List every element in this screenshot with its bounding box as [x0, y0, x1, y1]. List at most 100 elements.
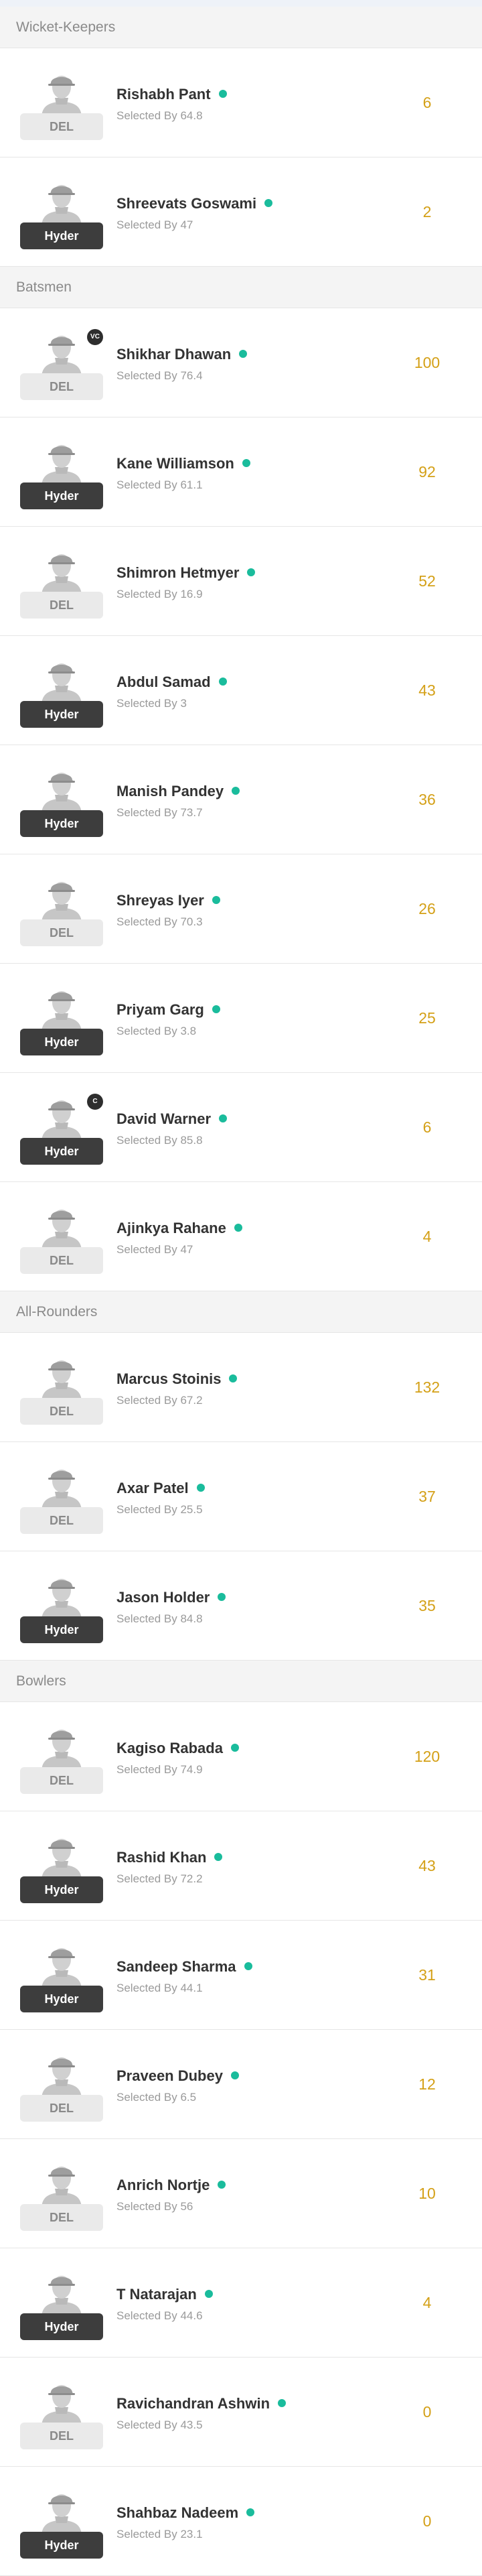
- section-header: Batsmen: [0, 267, 482, 308]
- avatar: Hyder: [20, 1574, 103, 1643]
- player-row[interactable]: Hyder Rashid Khan Selected By 72.2 43: [0, 1811, 482, 1921]
- player-row[interactable]: Hyder Shreevats Goswami Selected By 47 2: [0, 157, 482, 267]
- selected-status-dot-icon: [230, 2071, 239, 2079]
- selected-by-text: Selected By 44.6: [116, 2309, 203, 2322]
- player-row[interactable]: Hyder Shahbaz Nadeem Selected By 23.1 0: [0, 2467, 482, 2576]
- player-row[interactable]: DEL Anrich Nortje Selected By 56 10: [0, 2139, 482, 2248]
- player-points: 37: [418, 1488, 436, 1505]
- player-silhouette-icon: [42, 2276, 82, 2318]
- avatar: DEL: [20, 2053, 103, 2122]
- player-row[interactable]: VC DEL Shikhar Dhawan Selected By 76.4 1…: [0, 308, 482, 417]
- selected-status-dot-icon: [218, 90, 227, 98]
- player-points: 132: [414, 1378, 440, 1396]
- team-badge: Hyder: [20, 1138, 103, 1165]
- section-header: Wicket-Keepers: [0, 7, 482, 48]
- avatar: Hyder: [20, 2490, 103, 2559]
- selected-by-text: Selected By 84.8: [116, 1612, 203, 1625]
- player-silhouette-icon: [42, 1839, 82, 1881]
- player-row[interactable]: DEL Ajinkya Rahane Selected By 47 4: [0, 1182, 482, 1291]
- player-row[interactable]: DEL Kagiso Rabada Selected By 74.9 120: [0, 1702, 482, 1811]
- player-name: Priyam Garg: [116, 1001, 204, 1018]
- selected-by-text: Selected By 3.8: [116, 1025, 197, 1037]
- avatar: Hyder: [20, 986, 103, 1055]
- player-points: 43: [418, 1857, 436, 1874]
- player-name: Praveen Dubey: [116, 2067, 223, 2084]
- player-silhouette-icon: [42, 1579, 82, 1621]
- avatar: DEL: [20, 550, 103, 619]
- player-row[interactable]: Hyder Manish Pandey Selected By 73.7 36: [0, 745, 482, 854]
- player-row[interactable]: Hyder Sandeep Sharma Selected By 44.1 31: [0, 1921, 482, 2030]
- player-name: Manish Pandey: [116, 783, 224, 799]
- selected-by-text: Selected By 76.4: [116, 369, 203, 382]
- selected-status-dot-icon: [244, 1962, 252, 1970]
- team-badge: Hyder: [20, 222, 103, 249]
- player-points: 6: [422, 1118, 432, 1136]
- player-points: 0: [422, 2403, 432, 2421]
- player-name: Kane Williamson: [116, 455, 234, 472]
- selected-status-dot-icon: [234, 1224, 242, 1232]
- player-name: Anrich Nortje: [116, 2177, 210, 2193]
- role-badge: C: [87, 1094, 103, 1110]
- player-name: Shreyas Iyer: [116, 892, 204, 909]
- player-name: T Natarajan: [116, 2286, 197, 2303]
- selected-status-dot-icon: [219, 1114, 228, 1122]
- player-silhouette-icon: [42, 554, 82, 596]
- player-name: Abdul Samad: [116, 673, 211, 690]
- player-row[interactable]: DEL Praveen Dubey Selected By 6.5 12: [0, 2030, 482, 2139]
- player-row[interactable]: DEL Shimron Hetmyer Selected By 16.9 52: [0, 527, 482, 636]
- player-name: Sandeep Sharma: [116, 1958, 236, 1975]
- selected-by-text: Selected By 44.1: [116, 1982, 203, 1994]
- player-silhouette-icon: [42, 185, 82, 227]
- player-row[interactable]: DEL Marcus Stoinis Selected By 67.2 132: [0, 1333, 482, 1442]
- team-badge: Hyder: [20, 482, 103, 509]
- team-badge: DEL: [20, 1247, 103, 1274]
- player-row[interactable]: C Hyder David Warner Selected By 85.8 6: [0, 1073, 482, 1182]
- player-points: 25: [418, 1009, 436, 1027]
- selected-by-text: Selected By 67.2: [116, 1394, 203, 1407]
- player-row[interactable]: Hyder Kane Williamson Selected By 61.1 9…: [0, 417, 482, 527]
- selected-status-dot-icon: [218, 2181, 226, 2189]
- section-header: All-Rounders: [0, 1291, 482, 1333]
- player-points: 26: [418, 900, 436, 917]
- selected-status-dot-icon: [229, 1374, 238, 1382]
- player-row[interactable]: Hyder T Natarajan Selected By 44.6 4: [0, 2248, 482, 2358]
- avatar: DEL: [20, 1356, 103, 1425]
- avatar: C Hyder: [20, 1094, 103, 1165]
- player-row[interactable]: DEL Rishabh Pant Selected By 64.8 6: [0, 48, 482, 157]
- player-row[interactable]: Hyder Priyam Garg Selected By 3.8 25: [0, 964, 482, 1073]
- player-name: Rashid Khan: [116, 1849, 207, 1866]
- selected-by-text: Selected By 23.1: [116, 2528, 203, 2540]
- team-badge: Hyder: [20, 1876, 103, 1903]
- player-name: Rishabh Pant: [116, 86, 211, 103]
- avatar: DEL: [20, 1725, 103, 1794]
- role-badge: VC: [87, 329, 103, 345]
- selected-status-dot-icon: [278, 2399, 287, 2407]
- selected-status-dot-icon: [218, 1593, 226, 1601]
- selected-status-dot-icon: [242, 459, 250, 467]
- selected-status-dot-icon: [264, 199, 273, 207]
- player-silhouette-icon: [42, 336, 82, 378]
- player-row[interactable]: Hyder Abdul Samad Selected By 3 43: [0, 636, 482, 745]
- player-silhouette-icon: [42, 1210, 82, 1252]
- player-row[interactable]: DEL Ravichandran Ashwin Selected By 43.5…: [0, 2358, 482, 2467]
- selected-status-dot-icon: [212, 1005, 220, 1013]
- player-silhouette-icon: [42, 991, 82, 1033]
- player-points: 52: [418, 572, 436, 590]
- team-badge: DEL: [20, 2423, 103, 2449]
- selected-status-dot-icon: [212, 896, 220, 904]
- avatar: Hyder: [20, 1943, 103, 2012]
- player-points: 92: [418, 463, 436, 480]
- selected-by-text: Selected By 73.7: [116, 806, 203, 819]
- player-silhouette-icon: [42, 76, 82, 118]
- player-name: Axar Patel: [116, 1480, 189, 1496]
- player-name: Ravichandran Ashwin: [116, 2395, 270, 2412]
- player-row[interactable]: DEL Axar Patel Selected By 25.5 37: [0, 1442, 482, 1551]
- selected-by-text: Selected By 74.9: [116, 1763, 203, 1776]
- avatar: DEL: [20, 71, 103, 140]
- player-silhouette-icon: [42, 1100, 82, 1143]
- avatar: Hyder: [20, 659, 103, 728]
- player-row[interactable]: DEL Shreyas Iyer Selected By 70.3 26: [0, 854, 482, 964]
- player-points: 35: [418, 1597, 436, 1614]
- player-row[interactable]: Hyder Jason Holder Selected By 84.8 35: [0, 1551, 482, 1661]
- team-badge: Hyder: [20, 2313, 103, 2340]
